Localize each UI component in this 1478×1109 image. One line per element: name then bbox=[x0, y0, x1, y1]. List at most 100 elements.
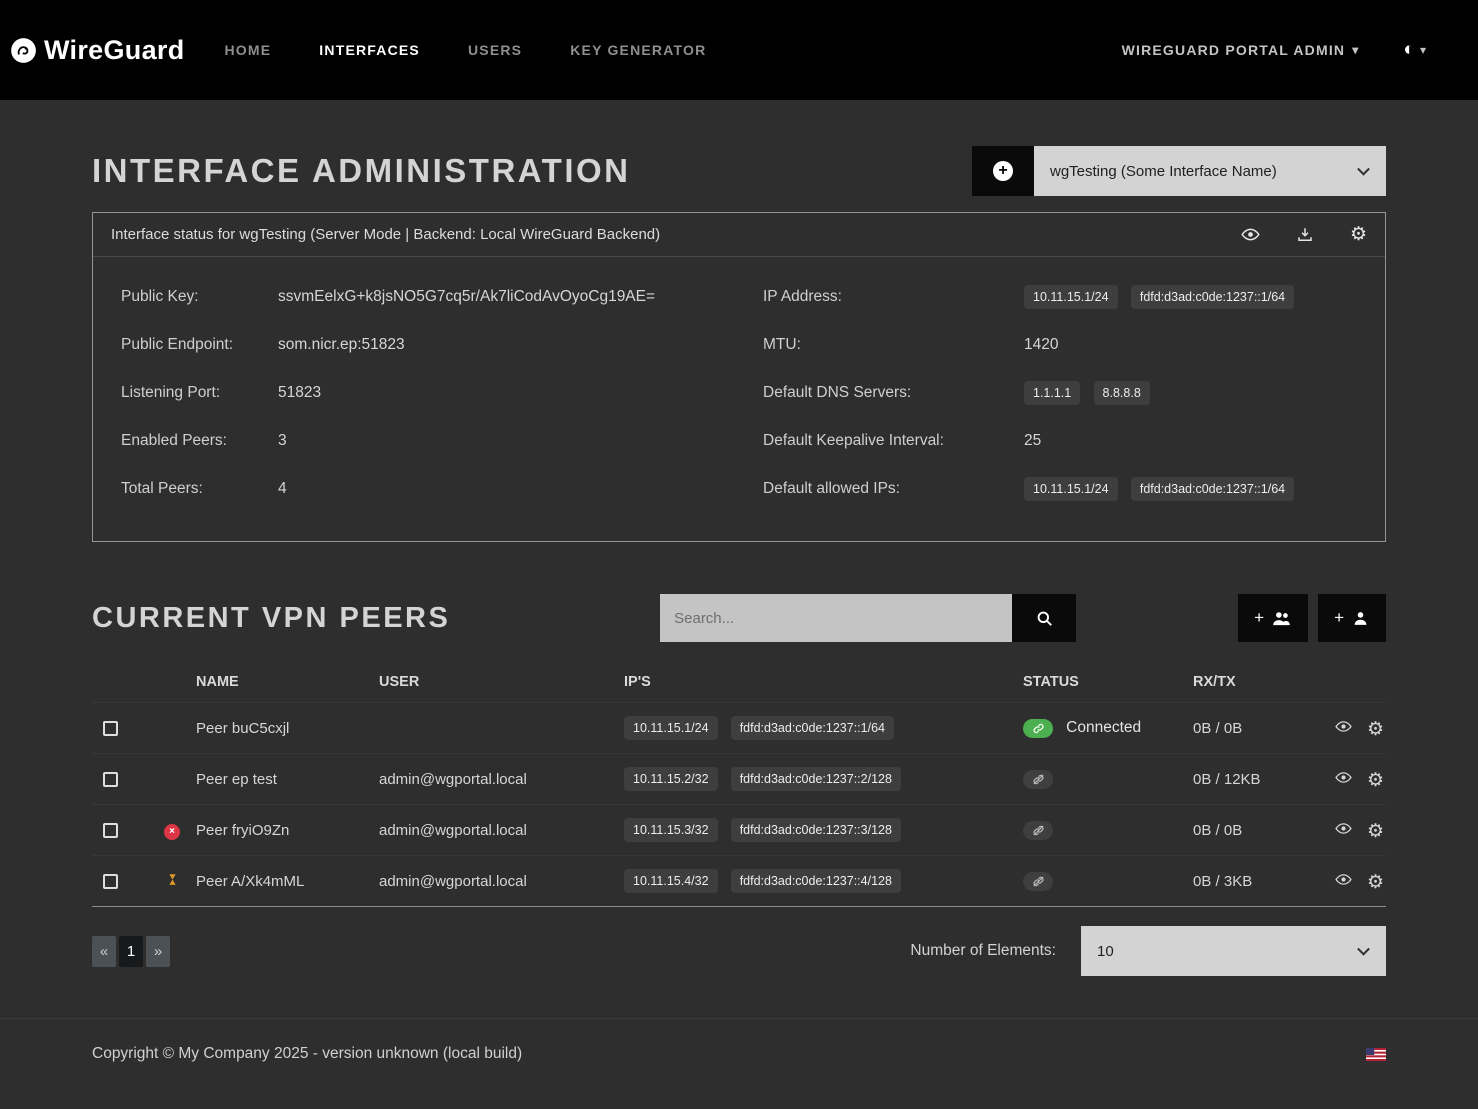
peer-ip-badge: fdfd:d3ad:c0de:1237::4/128 bbox=[731, 869, 901, 893]
wireguard-logo-icon bbox=[10, 37, 37, 64]
add-interface-button[interactable]: + bbox=[972, 146, 1034, 196]
peer-rxtx: 0B / 0B bbox=[1193, 805, 1317, 856]
mtu-value: 1420 bbox=[1024, 336, 1058, 354]
mtu-label: MTU: bbox=[763, 336, 1024, 354]
peer-rxtx: 0B / 12KB bbox=[1193, 754, 1317, 805]
pagination-prev-button[interactable]: « bbox=[92, 936, 116, 967]
nav-item-key-generator[interactable]: KEY GENERATOR bbox=[546, 42, 730, 58]
chevron-down-icon bbox=[1357, 943, 1370, 956]
search-group bbox=[660, 594, 1076, 642]
public-endpoint-label: Public Endpoint: bbox=[121, 336, 278, 354]
peer-rxtx: 0B / 0B bbox=[1193, 703, 1317, 754]
theme-toggle-icon: ◐ bbox=[1403, 39, 1414, 61]
peer-settings-button[interactable]: ⚙ bbox=[1367, 873, 1384, 892]
brand[interactable]: WireGuard bbox=[10, 35, 184, 66]
navbar: WireGuard HOME INTERFACES USERS KEY GENE… bbox=[0, 0, 1478, 100]
peer-user: admin@wgportal.local bbox=[379, 754, 624, 805]
listening-port-label: Listening Port: bbox=[121, 384, 278, 402]
column-header-ips: IP'S bbox=[624, 660, 1023, 703]
view-peer-button[interactable] bbox=[1335, 871, 1352, 888]
add-multiple-peers-button[interactable]: + bbox=[1238, 594, 1308, 642]
ip-address-label: IP Address: bbox=[763, 288, 1024, 306]
user-dropdown[interactable]: WIREGUARD PORTAL ADMIN ▾ bbox=[1122, 42, 1360, 58]
pagination-page-1[interactable]: 1 bbox=[119, 936, 143, 967]
interface-select-value: wgTesting (Some Interface Name) bbox=[1050, 163, 1277, 180]
peer-ip-badge: 10.11.15.2/32 bbox=[624, 767, 718, 791]
page-size-label: Number of Elements: bbox=[910, 942, 1056, 960]
status-disconnected-icon bbox=[1023, 821, 1053, 840]
keepalive-value: 25 bbox=[1024, 432, 1041, 450]
footer: Copyright © My Company 2025 - version un… bbox=[0, 1018, 1478, 1087]
public-endpoint-value: som.nicr.ep:51823 bbox=[278, 336, 405, 354]
peer-ip-badge: 10.11.15.3/32 bbox=[624, 818, 718, 842]
table-row: Peer A/Xk4mML admin@wgportal.local 10.11… bbox=[92, 856, 1386, 907]
view-peer-button[interactable] bbox=[1335, 718, 1352, 735]
status-connected-icon bbox=[1023, 719, 1053, 738]
peer-ip-badge: 10.11.15.1/24 bbox=[624, 716, 718, 740]
peer-ip-badge: fdfd:d3ad:c0de:1237::2/128 bbox=[731, 767, 901, 791]
page-size-select[interactable]: 10 bbox=[1081, 926, 1386, 976]
peer-name: Peer ep test bbox=[196, 754, 379, 805]
main-nav: HOME INTERFACES USERS KEY GENERATOR bbox=[224, 42, 730, 58]
nav-item-users[interactable]: USERS bbox=[444, 42, 546, 58]
column-header-name: NAME bbox=[196, 660, 379, 703]
search-button[interactable] bbox=[1012, 594, 1076, 642]
status-label: Connected bbox=[1066, 719, 1141, 736]
interface-select[interactable]: wgTesting (Some Interface Name) bbox=[1034, 146, 1386, 196]
table-row: Peer buC5cxjl 10.11.15.1/24 fdfd:d3ad:c0… bbox=[92, 703, 1386, 754]
view-peer-button[interactable] bbox=[1335, 820, 1352, 837]
search-icon bbox=[1035, 609, 1054, 628]
peer-ip-badge: fdfd:d3ad:c0de:1237::1/64 bbox=[731, 716, 894, 740]
peer-ip-badge: 10.11.15.4/32 bbox=[624, 869, 718, 893]
row-checkbox[interactable] bbox=[103, 772, 118, 787]
multiple-users-icon bbox=[1271, 608, 1292, 629]
row-checkbox[interactable] bbox=[103, 874, 118, 889]
peer-rxtx: 0B / 3KB bbox=[1193, 856, 1317, 907]
allowed-ips-label: Default allowed IPs: bbox=[763, 480, 1024, 498]
theme-toggle-dropdown[interactable]: ◐ ▾ bbox=[1403, 39, 1426, 61]
peer-name: Peer buC5cxjl bbox=[196, 703, 379, 754]
allowed-ip-badge: fdfd:d3ad:c0de:1237::1/64 bbox=[1131, 477, 1294, 501]
keepalive-label: Default Keepalive Interval: bbox=[763, 432, 1024, 450]
eye-icon bbox=[1335, 820, 1352, 837]
peers-table: NAME USER IP'S STATUS RX/TX Peer buC5cxj… bbox=[92, 660, 1386, 906]
public-key-label: Public Key: bbox=[121, 288, 278, 306]
listening-port-value: 51823 bbox=[278, 384, 321, 402]
peer-settings-button[interactable]: ⚙ bbox=[1367, 822, 1384, 841]
page-title: INTERFACE ADMINISTRATION bbox=[92, 152, 630, 190]
download-config-button[interactable] bbox=[1296, 226, 1314, 244]
enabled-peers-label: Enabled Peers: bbox=[121, 432, 278, 450]
interface-settings-button[interactable]: ⚙ bbox=[1350, 225, 1367, 244]
chevron-down-icon: ▾ bbox=[1352, 43, 1359, 57]
interface-status-title: Interface status for wgTesting (Server M… bbox=[111, 226, 660, 243]
nav-item-interfaces[interactable]: INTERFACES bbox=[295, 42, 444, 58]
peer-expiring-icon bbox=[165, 872, 180, 887]
column-header-status: STATUS bbox=[1023, 660, 1193, 703]
row-checkbox[interactable] bbox=[103, 721, 118, 736]
table-header-row: NAME USER IP'S STATUS RX/TX bbox=[92, 660, 1386, 703]
pagination-next-button[interactable]: » bbox=[146, 936, 170, 967]
peer-disabled-icon: × bbox=[164, 824, 180, 840]
peer-settings-button[interactable]: ⚙ bbox=[1367, 720, 1384, 739]
page-size-control: Number of Elements: 10 bbox=[910, 926, 1386, 976]
pagination-row: « 1 » Number of Elements: 10 bbox=[92, 926, 1386, 976]
search-input[interactable] bbox=[660, 594, 1012, 642]
view-peer-button[interactable] bbox=[1335, 769, 1352, 786]
peer-settings-button[interactable]: ⚙ bbox=[1367, 771, 1384, 790]
page-header: INTERFACE ADMINISTRATION + wgTesting (So… bbox=[92, 146, 1386, 196]
peer-name: Peer A/Xk4mML bbox=[196, 856, 379, 907]
eye-icon bbox=[1335, 769, 1352, 786]
row-checkbox[interactable] bbox=[103, 823, 118, 838]
table-row: × Peer fryiO9Zn admin@wgportal.local 10.… bbox=[92, 805, 1386, 856]
public-key-value: ssvmEelxG+k8jsNO5G7cq5r/Ak7liCodAvOyoCg1… bbox=[278, 288, 655, 306]
wireguard-portal-app: WireGuard HOME INTERFACES USERS KEY GENE… bbox=[0, 0, 1478, 1109]
peers-table-wrap: NAME USER IP'S STATUS RX/TX Peer buC5cxj… bbox=[92, 660, 1386, 907]
nav-item-home[interactable]: HOME bbox=[224, 42, 295, 58]
add-peer-button[interactable]: + bbox=[1318, 594, 1386, 642]
brand-name: WireGuard bbox=[44, 35, 184, 66]
eye-icon bbox=[1335, 871, 1352, 888]
plus-icon: + bbox=[1254, 608, 1264, 628]
dns-servers-label: Default DNS Servers: bbox=[763, 384, 1024, 402]
us-flag-language-icon[interactable] bbox=[1366, 1048, 1386, 1061]
view-config-button[interactable] bbox=[1241, 225, 1260, 244]
